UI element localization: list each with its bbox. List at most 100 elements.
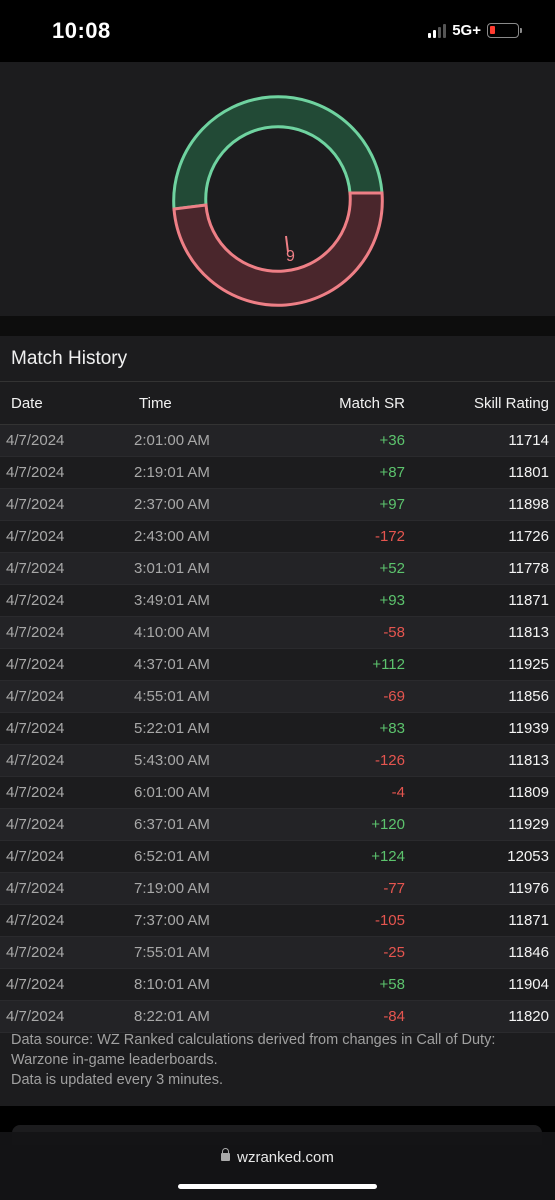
cell-match-sr: +97 [379,496,405,513]
match-history-card: Match History Date Time Match SR Skill R… [0,336,555,1106]
home-indicator[interactable] [178,1184,377,1189]
table-body: 4/7/2024 2:01:00 AM +36 11714 4/7/2024 2:19:0… [0,425,555,1033]
table-header: Date Time Match SR Skill Rating [0,381,555,425]
data-source-note: Data source: WZ Ranked calculations deri… [11,1030,541,1090]
cell-date: 4/7/2024 [6,528,65,545]
header-time[interactable]: Time [130,395,280,412]
cell-time: 2:19:01 AM [134,464,210,481]
table-row: 4/7/2024 7:37:00 AM -105 11871 [0,905,555,937]
donut-loss-segment [172,191,384,307]
table-row: 4/7/2024 4:55:01 AM -69 11856 [0,681,555,713]
cell-skill-rating: 11976 [508,880,549,897]
cell-date: 4/7/2024 [6,976,65,993]
match-history-title: Match History [11,348,128,369]
cell-date: 4/7/2024 [6,752,65,769]
cell-skill-rating: 11929 [508,816,549,833]
table-row: 4/7/2024 4:37:01 AM +112 11925 [0,649,555,681]
loss-count-label: 9 [286,248,295,265]
cell-time: 2:43:00 AM [134,528,210,545]
cell-skill-rating: 11898 [508,496,549,513]
cell-date: 4/7/2024 [6,560,65,577]
table-row: 4/7/2024 8:22:01 AM -84 11820 [0,1001,555,1033]
cell-skill-rating: 11904 [508,976,549,993]
cell-skill-rating: 11939 [508,720,549,737]
header-date[interactable]: Date [0,395,130,412]
cell-match-sr: -69 [383,688,405,705]
cell-match-sr: -25 [383,944,405,961]
cell-date: 4/7/2024 [6,688,65,705]
cell-match-sr: -4 [391,784,405,801]
table-row: 4/7/2024 2:43:00 AM -172 11726 [0,521,555,553]
cell-time: 5:43:00 AM [134,752,210,769]
cell-match-sr: -77 [383,880,405,897]
cell-time: 4:55:01 AM [134,688,210,705]
lock-icon [221,1148,231,1162]
cell-skill-rating: 11820 [508,1008,549,1025]
footnote-source: Data source: WZ Ranked calculations deri… [11,1032,496,1068]
cell-skill-rating: 11871 [508,912,549,929]
status-icons: 5G+ [428,22,522,39]
header-skill-rating[interactable]: Skill Rating [405,395,549,412]
cell-match-sr: -172 [374,528,405,545]
network-label: 5G+ [452,22,481,39]
header-match-sr[interactable]: Match SR [280,395,405,412]
table-row: 4/7/2024 3:01:01 AM +52 11778 [0,553,555,585]
table-row: 4/7/2024 5:22:01 AM +83 11939 [0,713,555,745]
cell-skill-rating: 11778 [508,560,549,577]
table-row: 4/7/2024 7:55:01 AM -25 11846 [0,937,555,969]
browser-url-bar[interactable]: wzranked.com [0,1132,555,1200]
table-row: 4/7/2024 8:10:01 AM +58 11904 [0,969,555,1001]
table-row: 4/7/2024 2:37:00 AM +97 11898 [0,489,555,521]
cell-skill-rating: 11856 [508,688,549,705]
cell-match-sr: -105 [374,912,405,929]
cell-date: 4/7/2024 [6,592,65,609]
cell-match-sr: +93 [379,592,405,609]
cell-date: 4/7/2024 [6,432,65,449]
table-row: 4/7/2024 2:01:00 AM +36 11714 [0,425,555,457]
table-row: 4/7/2024 6:52:01 AM +124 12053 [0,841,555,873]
cell-match-sr: -58 [383,624,405,641]
cell-time: 2:37:00 AM [134,496,210,513]
cell-date: 4/7/2024 [6,720,65,737]
cell-time: 8:10:01 AM [134,976,210,993]
cell-skill-rating: 11925 [508,656,549,673]
cell-skill-rating: 11871 [508,592,549,609]
cell-date: 4/7/2024 [6,816,65,833]
table-row: 4/7/2024 6:37:01 AM +120 11929 [0,809,555,841]
url-display[interactable]: wzranked.com [0,1148,555,1166]
cell-time: 6:01:00 AM [134,784,210,801]
cell-match-sr: +124 [371,848,405,865]
cell-date: 4/7/2024 [6,944,65,961]
cell-skill-rating: 12053 [507,848,549,865]
cell-skill-rating: 11813 [508,752,549,769]
footnote-update: Data is updated every 3 minutes. [11,1072,223,1088]
cell-date: 4/7/2024 [6,624,65,641]
signal-icon [428,23,447,38]
cell-time: 7:55:01 AM [134,944,210,961]
match-history-table: Date Time Match SR Skill Rating 4/7/2024… [0,381,555,1033]
url-text: wzranked.com [237,1149,334,1166]
cell-match-sr: -126 [374,752,405,769]
cell-date: 4/7/2024 [6,880,65,897]
cell-match-sr: -84 [383,1008,405,1025]
cell-match-sr: +112 [372,656,405,673]
cell-date: 4/7/2024 [6,656,65,673]
cell-skill-rating: 11714 [508,432,549,449]
cell-date: 4/7/2024 [6,912,65,929]
table-row: 4/7/2024 4:10:00 AM -58 11813 [0,617,555,649]
cell-skill-rating: 11809 [508,784,549,801]
table-row: 4/7/2024 2:19:01 AM +87 11801 [0,457,555,489]
table-row: 4/7/2024 5:43:00 AM -126 11813 [0,745,555,777]
cell-time: 4:10:00 AM [134,624,210,641]
cell-match-sr: +120 [371,816,405,833]
battery-icon [487,23,522,38]
cell-time: 3:49:01 AM [134,592,210,609]
cell-time: 6:52:01 AM [134,848,210,865]
cell-match-sr: +52 [379,560,405,577]
cell-time: 5:22:01 AM [134,720,210,737]
cell-date: 4/7/2024 [6,848,65,865]
cell-time: 7:37:00 AM [134,912,210,929]
cell-skill-rating: 11726 [508,528,549,545]
cell-time: 2:01:00 AM [134,432,210,449]
win-loss-donut: 9 [172,95,384,307]
